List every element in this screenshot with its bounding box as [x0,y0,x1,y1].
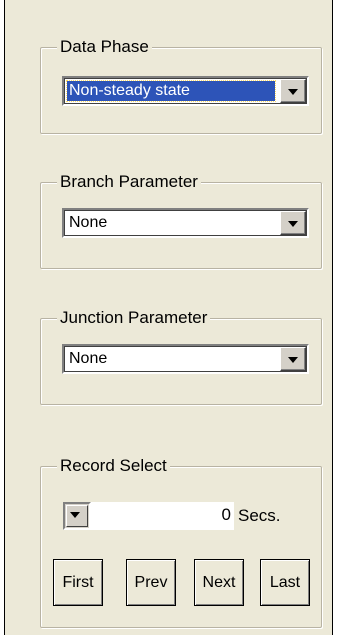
branch-parameter-group: Branch Parameter None [40,171,322,269]
chevron-down-icon [288,221,298,227]
control-panel: Data Phase Non-steady state Branch Param… [4,0,333,635]
chevron-down-icon [70,512,80,518]
junction-parameter-group: Junction Parameter None [40,307,322,405]
branch-parameter-title: Branch Parameter [57,171,201,193]
data-phase-title: Data Phase [57,36,152,58]
junction-parameter-select[interactable]: None [62,344,309,374]
left-border [4,0,5,635]
data-phase-value: Non-steady state [66,80,276,102]
next-button[interactable]: Next [194,559,244,606]
right-border [332,0,333,635]
chevron-down-icon [288,357,298,363]
record-select-title: Record Select [57,455,170,477]
data-phase-select[interactable]: Non-steady state [62,76,309,106]
record-time-input[interactable]: 0 [91,502,234,530]
branch-parameter-value: None [69,214,108,231]
junction-parameter-title: Junction Parameter [57,307,211,329]
data-phase-dropdown-button[interactable] [280,79,306,103]
data-phase-group: Data Phase Non-steady state [40,36,322,134]
prev-button[interactable]: Prev [126,559,176,606]
branch-parameter-select[interactable]: None [62,208,309,238]
junction-parameter-value: None [69,350,108,367]
chevron-down-icon [288,89,298,95]
record-select-group: Record Select 0 Secs. First Prev Next La… [40,455,322,628]
junction-parameter-dropdown-button[interactable] [280,347,306,371]
record-dropdown-button[interactable] [63,502,91,530]
last-button[interactable]: Last [260,559,310,606]
record-time-units: Secs. [238,506,281,525]
branch-parameter-dropdown-button[interactable] [280,211,306,235]
first-button[interactable]: First [53,559,103,606]
